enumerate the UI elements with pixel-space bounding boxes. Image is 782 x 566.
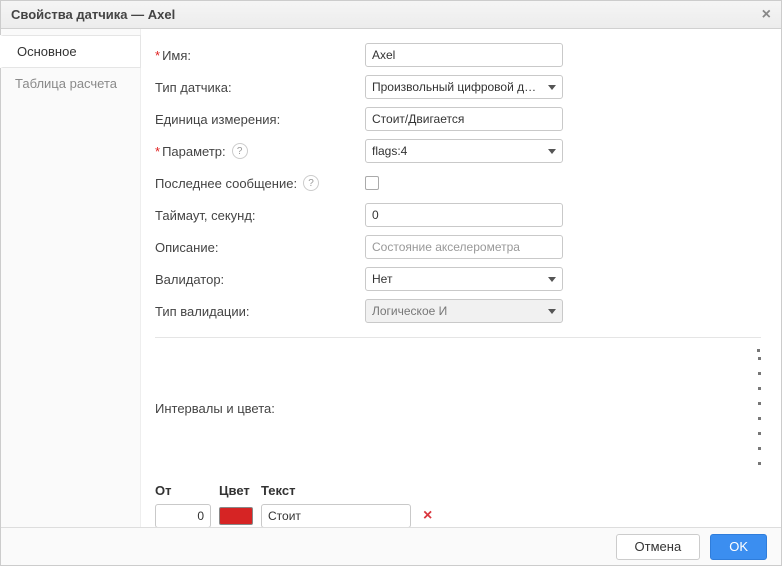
interval-color-swatch[interactable] bbox=[219, 507, 253, 525]
dialog-footer: Отмена OK bbox=[1, 527, 781, 565]
intervals-wizard-icon[interactable] bbox=[756, 348, 761, 469]
intervals-header: От Цвет Текст bbox=[155, 483, 761, 498]
label-unit: Единица измерения: bbox=[155, 112, 365, 127]
timeout-input[interactable] bbox=[365, 203, 563, 227]
intervals-section-title: Интервалы и цвета: bbox=[155, 401, 275, 416]
interval-row: × bbox=[155, 504, 761, 527]
label-name: *Имя: bbox=[155, 48, 365, 63]
parameter-select[interactable]: flags:4 bbox=[365, 139, 563, 163]
label-validator: Валидатор: bbox=[155, 272, 365, 287]
chevron-down-icon bbox=[548, 277, 556, 282]
type-select[interactable]: Произвольный цифровой датчик bbox=[365, 75, 563, 99]
lastmsg-checkbox[interactable] bbox=[365, 176, 379, 190]
label-timeout: Таймаут, секунд: bbox=[155, 208, 365, 223]
chevron-down-icon bbox=[548, 309, 556, 314]
delete-interval-icon[interactable]: × bbox=[419, 507, 436, 525]
intervals-table: От Цвет Текст × × + Добавить интервал bbox=[155, 483, 761, 527]
dialog-title: Свойства датчика — Axel bbox=[11, 7, 175, 22]
interval-from-input[interactable] bbox=[155, 504, 211, 527]
sidebar: Основное Таблица расчета bbox=[1, 29, 141, 527]
label-valtype: Тип валидации: bbox=[155, 304, 365, 319]
label-type: Тип датчика: bbox=[155, 80, 365, 95]
label-lastmsg: Последнее сообщение: ? bbox=[155, 175, 365, 191]
label-parameter: *Параметр: ? bbox=[155, 143, 365, 159]
help-icon[interactable]: ? bbox=[232, 143, 248, 159]
validation-type-select[interactable]: Логическое И bbox=[365, 299, 563, 323]
main-panel: *Имя: Тип датчика: Произвольный цифровой… bbox=[141, 29, 781, 527]
interval-text-input[interactable] bbox=[261, 504, 411, 527]
chevron-down-icon bbox=[548, 85, 556, 90]
titlebar: Свойства датчика — Axel × bbox=[1, 1, 781, 29]
name-input[interactable] bbox=[365, 43, 563, 67]
col-header-from: От bbox=[155, 483, 219, 498]
col-header-text: Текст bbox=[261, 483, 421, 498]
unit-input[interactable] bbox=[365, 107, 563, 131]
label-description: Описание: bbox=[155, 240, 365, 255]
ok-button[interactable]: OK bbox=[710, 534, 767, 560]
close-icon[interactable]: × bbox=[762, 7, 771, 23]
chevron-down-icon bbox=[548, 149, 556, 154]
divider bbox=[155, 337, 761, 338]
help-icon[interactable]: ? bbox=[303, 175, 319, 191]
validator-select[interactable]: Нет bbox=[365, 267, 563, 291]
cancel-button[interactable]: Отмена bbox=[616, 534, 701, 560]
tab-calc-table[interactable]: Таблица расчета bbox=[1, 68, 140, 99]
tab-main[interactable]: Основное bbox=[0, 35, 141, 68]
description-input[interactable] bbox=[365, 235, 563, 259]
col-header-color: Цвет bbox=[219, 483, 261, 498]
